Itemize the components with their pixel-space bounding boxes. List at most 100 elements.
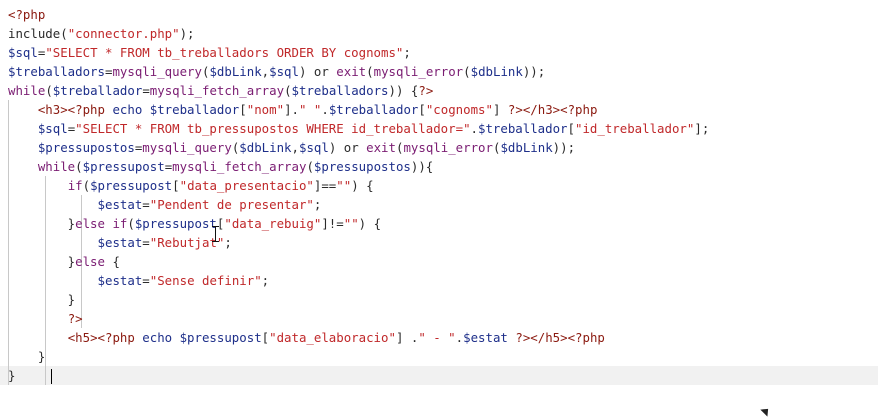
code-token-tag: <h3><?php: [37, 102, 105, 117]
code-token-keyword: if: [67, 178, 83, 193]
code-token-default: }: [8, 254, 76, 269]
code-token-default: =: [142, 83, 150, 98]
code-token-string: " - ": [418, 330, 456, 345]
code-token-default: ]==: [313, 178, 337, 193]
code-token-keyword: mysqli_fetch_array: [172, 159, 307, 174]
code-token-var: $treballador: [52, 83, 143, 98]
code-token-string: "data_elaboracio": [269, 330, 396, 345]
code-line: if($pressupost["data_presentacio"]=="") …: [8, 176, 709, 195]
code-line: ?>: [8, 309, 709, 328]
code-token-text: echo: [104, 102, 150, 117]
code-token-keyword: mysqli_query: [142, 140, 232, 155]
code-token-var: $treballadors: [291, 83, 389, 98]
code-token-keyword: else: [75, 254, 105, 269]
code-line: <h5><?php echo $pressupost["data_elabora…: [8, 328, 709, 347]
code-token-default: )){: [410, 159, 434, 174]
code-token-default: (: [284, 83, 292, 98]
ibeam-cursor-icon: [212, 226, 219, 242]
code-token-default: [8, 197, 98, 212]
code-token-default: }: [8, 368, 16, 383]
code-token-var: $pressupostos: [313, 159, 411, 174]
code-token-default: [: [239, 102, 247, 117]
code-line: }: [8, 290, 709, 309]
code-token-keyword: exit: [336, 64, 367, 79]
code-token-var: $estat: [97, 273, 143, 288]
code-token-var: $sql: [8, 45, 38, 60]
code-token-default: ));: [552, 140, 576, 155]
code-token-default: [8, 273, 98, 288]
code-token-string: "data_rebuig": [224, 216, 322, 231]
code-editor[interactable]: <?php include("connector.php"); $sql="SELE…: [0, 0, 878, 417]
code-token-default: (: [82, 178, 91, 193]
code-token-var: $treballador: [478, 121, 568, 136]
code-token-default: ]: [492, 102, 508, 117]
code-token-default: =: [142, 197, 150, 212]
code-token-default: ) {: [351, 178, 374, 193]
code-token-keyword: mysqli_error: [373, 64, 464, 79]
code-token-var: $treballador: [149, 102, 240, 117]
code-token-default: ,: [291, 140, 299, 155]
code-token-default: {: [104, 254, 120, 269]
code-token-keyword: exit: [366, 140, 396, 155]
code-token-var: $estat: [97, 197, 143, 212]
code-token-string: "Sense definir": [149, 273, 262, 288]
code-line: <?php: [8, 5, 709, 24]
code-token-string: "SELECT * FROM tb_treballadors ORDER BY …: [45, 45, 404, 60]
code-token-string: "nom": [246, 102, 285, 117]
code-line: while($pressupost=mysqli_fetch_array($pr…: [8, 157, 709, 176]
code-token-keyword: mysqli_query: [112, 64, 202, 79]
code-token-string: "id_treballador": [575, 121, 695, 136]
code-token-default: (: [366, 64, 374, 79]
code-line: while($treballador=mysqli_fetch_array($t…: [8, 81, 709, 100]
code-line: $treballadors=mysqli_query($dbLink,$sql)…: [8, 62, 709, 81]
code-token-default: }: [8, 292, 76, 307]
code-token-default: =: [142, 273, 150, 288]
code-token-var: $dbLink: [209, 64, 262, 79]
code-token-default: ];: [694, 121, 710, 136]
code-token-default: (: [127, 216, 135, 231]
code-token-keyword: mysqli_fetch_array: [149, 83, 285, 98]
code-token-string: "Pendent de presentar": [149, 197, 314, 212]
code-token-default: ));: [522, 64, 546, 79]
code-token-default: .: [470, 121, 478, 136]
code-token-default: [: [567, 121, 575, 136]
code-token-default: );: [179, 26, 195, 41]
code-line: $estat="Sense definir";: [8, 271, 709, 290]
code-token-default: [8, 178, 68, 193]
code-line: $sql="SELECT * FROM tb_pressupostos WHER…: [8, 119, 709, 138]
code-token-default: )) {: [388, 83, 419, 98]
code-token-default: .: [455, 330, 464, 345]
code-token-default: .: [321, 102, 329, 117]
code-token-default: ;: [313, 197, 322, 212]
code-token-string: "data_presentacio": [179, 178, 314, 193]
code-text[interactable]: <?php include("connector.php"); $sql="SELE…: [8, 5, 709, 385]
code-token-var: $pressupost: [82, 159, 165, 174]
code-token-var: $sql: [298, 140, 329, 155]
code-token-tag: <?php: [8, 7, 46, 22]
code-token-var: $pressupost: [90, 178, 173, 193]
code-token-var: $estat: [463, 330, 508, 345]
code-token-default: (: [463, 64, 471, 79]
code-token-string: "SELECT * FROM tb_pressupostos WHERE id_…: [75, 121, 471, 136]
code-token-var: $treballador: [328, 102, 419, 117]
code-token-tag: <h5><?php: [67, 330, 135, 345]
code-token-default: [8, 235, 98, 250]
code-token-string: " ": [298, 102, 322, 117]
code-token-default: =: [142, 235, 150, 250]
code-token-string: "": [336, 178, 352, 193]
code-token-keyword: else if: [75, 216, 128, 231]
code-token-default: [8, 121, 38, 136]
code-token-tag: ?>: [67, 311, 83, 326]
code-token-var: $treballadors: [8, 64, 105, 79]
code-token-default: }: [8, 216, 76, 231]
code-token-default: ] .: [395, 330, 419, 345]
code-line: }else {: [8, 252, 709, 271]
code-line: }else if($pressupost["data_rebuig"]!="")…: [8, 214, 709, 233]
code-token-default: ]!=: [321, 216, 344, 231]
text-caret: [51, 369, 52, 384]
code-token-var: $sql: [269, 64, 299, 79]
code-token-default: [8, 330, 68, 345]
code-token-var: $dbLink: [470, 64, 523, 79]
code-token-default: (: [75, 159, 83, 174]
code-token-default: [: [172, 178, 180, 193]
